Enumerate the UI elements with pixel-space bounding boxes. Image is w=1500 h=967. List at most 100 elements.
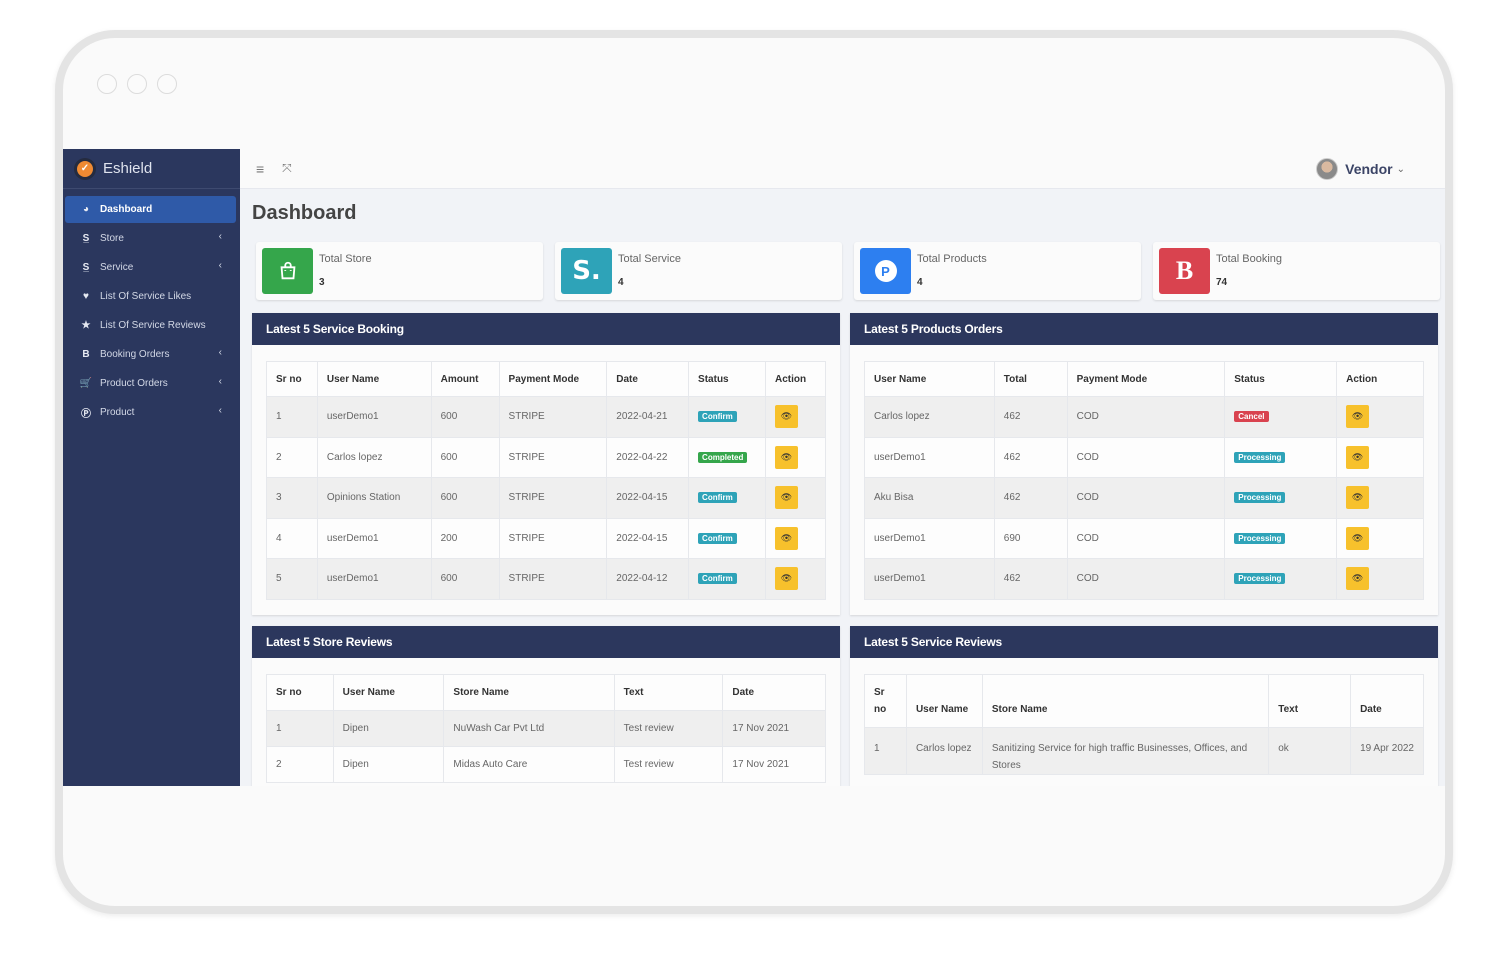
table-row[interactable]: 1 userDemo1 600 STRIPE 2022-04-21 Confirm 👁 xyxy=(266,396,827,438)
table-row[interactable]: userDemo1 462 COD Processing 👁 xyxy=(864,436,1424,478)
chevron-left-icon: ‹ xyxy=(218,260,222,271)
sidebar-item-product[interactable]: Ⓟ Product ‹ xyxy=(65,399,236,426)
column-header[interactable]: Text xyxy=(613,674,724,711)
column-header[interactable]: Status xyxy=(688,361,766,397)
status-cell: Processing xyxy=(1224,436,1338,478)
chevron-left-icon: ‹ xyxy=(218,376,222,387)
column-header[interactable]: User Name xyxy=(316,361,432,397)
column-header[interactable]: Total xyxy=(993,361,1068,397)
column-header[interactable]: Date xyxy=(722,674,826,711)
table-row[interactable]: userDemo1 690 COD Processing 👁 xyxy=(864,517,1424,559)
user-menu[interactable]: Vendor ⌄ xyxy=(1316,158,1405,180)
page-title: Dashboard xyxy=(252,202,357,224)
table-row[interactable]: 3 Opinions Station 600 STRIPE 2022-04-15 Conf… xyxy=(266,477,827,519)
sidebar-item-booking-orders[interactable]: B Booking Orders ‹ xyxy=(65,341,236,368)
user-cell: userDemo1 xyxy=(864,517,995,559)
view-button[interactable]: 👁 xyxy=(774,445,798,469)
column-header[interactable]: Action xyxy=(764,361,827,397)
stat-value: 74 xyxy=(1216,277,1228,288)
column-header[interactable]: Date xyxy=(606,361,690,397)
column-header[interactable]: Payment Mode xyxy=(498,361,608,397)
sidebar-item-label: Service xyxy=(100,262,134,273)
table-row[interactable]: 1 Carlos lopez Sanitizing Service for high… xyxy=(864,727,1424,775)
column-header[interactable]: Status xyxy=(1224,361,1338,397)
stat-card-total-booking[interactable]: B Total Booking 74 xyxy=(1153,242,1440,300)
table-row[interactable]: 2 Dipen Midas Auto Care Test review 17 Nov 2… xyxy=(266,746,826,783)
amount-cell: 600 xyxy=(430,436,500,478)
view-button[interactable]: 👁 xyxy=(774,526,798,550)
avatar xyxy=(1316,158,1339,180)
view-button[interactable]: 👁 xyxy=(1346,445,1370,469)
view-button[interactable]: 👁 xyxy=(1346,567,1370,591)
eye-icon: 👁 xyxy=(1351,451,1364,462)
product-orders-table: User Name Total Payment Mode Status Action C… xyxy=(864,361,1424,600)
sidebar-item-product-orders[interactable]: 🛒 Product Orders ‹ xyxy=(65,370,236,397)
column-header[interactable]: Sr no xyxy=(864,674,907,728)
column-header[interactable]: User Name xyxy=(864,361,995,397)
menu-toggle-icon[interactable]: ≡ xyxy=(256,161,264,177)
window-close-button[interactable] xyxy=(97,74,117,94)
sidebar-item-list-of-service-likes[interactable]: ♥ List Of Service Likes xyxy=(65,283,236,310)
stat-card-total-products[interactable]: P Total Products 4 xyxy=(854,242,1141,300)
status-cell: Processing xyxy=(1224,558,1338,600)
payment-mode-cell: STRIPE xyxy=(498,558,608,600)
date-cell: 17 Nov 2021 xyxy=(722,710,826,747)
table-row[interactable]: Carlos lopez 462 COD Cancel 👁 xyxy=(864,396,1424,438)
sr-cell: 2 xyxy=(266,746,334,783)
view-button[interactable]: 👁 xyxy=(774,405,798,429)
status-cell: Confirm xyxy=(688,517,766,559)
cart-icon: 🛒 xyxy=(79,378,93,389)
booking-icon: B xyxy=(1159,248,1210,294)
brand[interactable]: ✓ Eshield xyxy=(63,149,240,189)
table-row[interactable]: userDemo1 462 COD Processing 👁 xyxy=(864,558,1424,600)
store-reviews-table: Sr no User Name Store Name Text Date 1 Dipen N… xyxy=(266,674,826,783)
stat-card-total-store[interactable]: Total Store 3 xyxy=(256,242,543,300)
view-button[interactable]: 👁 xyxy=(774,486,798,510)
status-badge: Confirm xyxy=(698,532,737,544)
table-row[interactable]: 5 userDemo1 600 STRIPE 2022-04-12 Confirm 👁 xyxy=(266,558,827,600)
stat-card-total-service[interactable]: S. Total Service 4 xyxy=(555,242,842,300)
view-button[interactable]: 👁 xyxy=(1346,526,1370,550)
window-minimize-button[interactable] xyxy=(127,74,147,94)
column-header[interactable]: Store Name xyxy=(443,674,615,711)
column-header[interactable]: Sr no xyxy=(266,361,318,397)
view-button[interactable]: 👁 xyxy=(1346,405,1370,429)
service-reviews-table: Sr no User Name Store Name Text Date 1 Carlos… xyxy=(864,674,1424,775)
status-badge: Processing xyxy=(1234,532,1286,544)
panel-title: Latest 5 Store Reviews xyxy=(252,626,840,658)
column-header[interactable]: Payment Mode xyxy=(1066,361,1226,397)
sidebar-item-store[interactable]: S̲ Store ‹ xyxy=(65,225,236,252)
sidebar: ✓ Eshield ◕ Dashboard S̲ Store ‹ S̲ Service ‹ ♥ L… xyxy=(63,149,240,786)
chevron-left-icon: ‹ xyxy=(218,231,222,242)
column-header[interactable]: Text xyxy=(1268,674,1352,728)
view-button[interactable]: 👁 xyxy=(1346,486,1370,510)
fullscreen-icon[interactable]: ⤧ xyxy=(282,161,292,176)
view-button[interactable]: 👁 xyxy=(774,567,798,591)
sr-cell: 2 xyxy=(266,436,318,478)
table-row[interactable]: 2 Carlos lopez 600 STRIPE 2022-04-22 Complete… xyxy=(266,436,827,478)
window-maximize-button[interactable] xyxy=(157,74,177,94)
table-row[interactable]: 4 userDemo1 200 STRIPE 2022-04-15 Confirm 👁 xyxy=(266,517,827,559)
total-cell: 462 xyxy=(993,436,1068,478)
user-cell: userDemo1 xyxy=(864,436,995,478)
column-header[interactable]: Amount xyxy=(430,361,500,397)
table-row[interactable]: Aku Bisa 462 COD Processing 👁 xyxy=(864,477,1424,519)
column-header[interactable]: User Name xyxy=(905,674,983,728)
table-row[interactable]: 1 Dipen NuWash Car Pvt Ltd Test review 17 No… xyxy=(266,710,826,747)
column-header[interactable]: Sr no xyxy=(266,674,334,711)
product-orders-panel: Latest 5 Products Orders User Name Total P… xyxy=(850,313,1438,615)
chevron-left-icon: ‹ xyxy=(218,347,222,358)
status-cell: Confirm xyxy=(688,558,766,600)
date-cell: 2022-04-15 xyxy=(606,517,690,559)
sidebar-item-service[interactable]: S̲ Service ‹ xyxy=(65,254,236,281)
booking-b-icon: B xyxy=(82,349,90,360)
column-header[interactable]: Store Name xyxy=(981,674,1270,728)
sidebar-item-list-of-service-reviews[interactable]: ★ List Of Service Reviews xyxy=(65,312,236,339)
eye-icon: 👁 xyxy=(780,451,793,462)
sidebar-item-dashboard[interactable]: ◕ Dashboard xyxy=(65,196,236,223)
column-header[interactable]: Action xyxy=(1336,361,1424,397)
column-header[interactable]: Date xyxy=(1350,674,1424,728)
stat-value: 4 xyxy=(917,277,923,288)
column-header[interactable]: User Name xyxy=(332,674,445,711)
shield-check-icon: ✓ xyxy=(77,160,93,177)
